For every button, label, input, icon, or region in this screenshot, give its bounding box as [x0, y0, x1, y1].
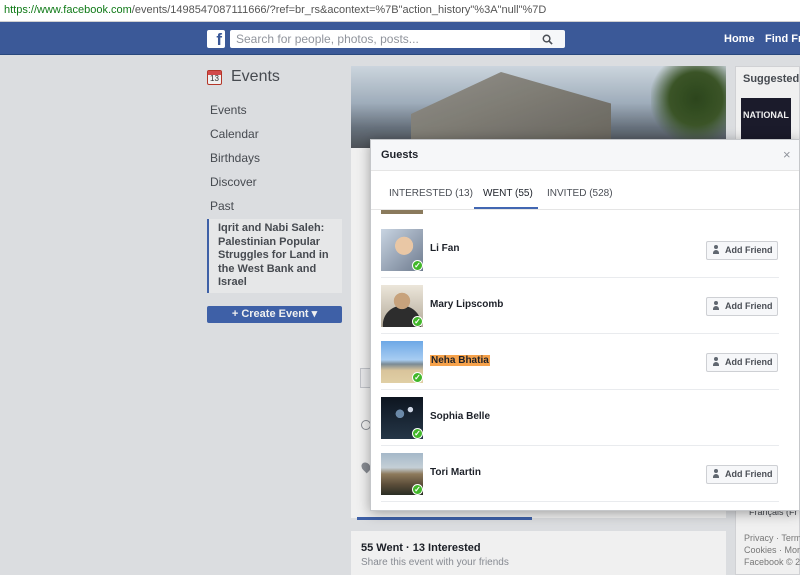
- add-friend-button[interactable]: Add Friend: [706, 465, 778, 484]
- tab-interested[interactable]: INTERESTED (13): [389, 188, 473, 199]
- add-friend-icon: [713, 245, 721, 254]
- url-host: https://www.facebook.com: [4, 4, 132, 16]
- guest-name[interactable]: Mary Lipscomb: [430, 299, 503, 310]
- dialog-title: Guests: [381, 149, 419, 161]
- search-button[interactable]: [530, 30, 565, 48]
- guest-row: ✓ Tori Martin Add Friend: [371, 446, 799, 502]
- search-input[interactable]: Search for people, photos, posts...: [230, 30, 530, 48]
- previous-row-avatar-edge: [381, 210, 423, 214]
- add-friend-button[interactable]: Add Friend: [706, 241, 778, 260]
- went-check-icon: ✓: [412, 484, 423, 495]
- went-check-icon: ✓: [412, 428, 423, 439]
- guest-name[interactable]: Li Fan: [430, 243, 459, 254]
- guest-name[interactable]: Sophia Belle: [430, 411, 490, 422]
- guest-row: ✓ Neha Bhatia Add Friend: [371, 334, 799, 390]
- tab-invited[interactable]: INVITED (528): [547, 188, 613, 199]
- nav-find-friends-link[interactable]: Find Fri: [765, 33, 800, 45]
- add-friend-label: Add Friend: [725, 245, 773, 255]
- facebook-logo-icon[interactable]: f: [207, 30, 225, 48]
- add-friend-icon: [713, 469, 721, 478]
- tab-went[interactable]: WENT (55): [483, 188, 533, 199]
- add-friend-label: Add Friend: [725, 301, 773, 311]
- went-check-icon: ✓: [412, 260, 423, 271]
- url-path: /events/1498547087111666/?ref=br_rs&acon…: [131, 4, 547, 16]
- guest-tabs: INTERESTED (13) WENT (55) INVITED (528): [371, 171, 799, 210]
- guest-name-highlighted[interactable]: Neha Bhatia: [430, 355, 490, 366]
- guests-dialog: Guests × INTERESTED (13) WENT (55) INVIT…: [370, 139, 800, 511]
- add-friend-label: Add Friend: [725, 357, 773, 367]
- add-friend-button[interactable]: Add Friend: [706, 297, 778, 316]
- guest-row: ✓ Li Fan Add Friend: [371, 222, 799, 278]
- guest-row: ✓ Sophia Belle: [371, 390, 799, 446]
- went-check-icon: ✓: [412, 316, 423, 327]
- row-divider: [381, 501, 779, 502]
- add-friend-button[interactable]: Add Friend: [706, 353, 778, 372]
- add-friend-icon: [713, 357, 721, 366]
- nav-home-link[interactable]: Home: [724, 33, 755, 45]
- active-tab-indicator: [474, 207, 538, 209]
- guest-name[interactable]: Tori Martin: [430, 467, 481, 478]
- guest-row: ✓ Mary Lipscomb Add Friend: [371, 278, 799, 334]
- search-icon: [542, 34, 553, 45]
- went-check-icon: ✓: [412, 372, 423, 383]
- close-icon[interactable]: ×: [783, 147, 791, 162]
- address-bar[interactable]: https://www.facebook.com/events/14985470…: [0, 0, 800, 22]
- add-friend-label: Add Friend: [725, 469, 773, 479]
- dialog-header: Guests ×: [371, 140, 799, 171]
- add-friend-icon: [713, 301, 721, 310]
- top-navigation-bar: f Search for people, photos, posts... Ho…: [0, 22, 800, 55]
